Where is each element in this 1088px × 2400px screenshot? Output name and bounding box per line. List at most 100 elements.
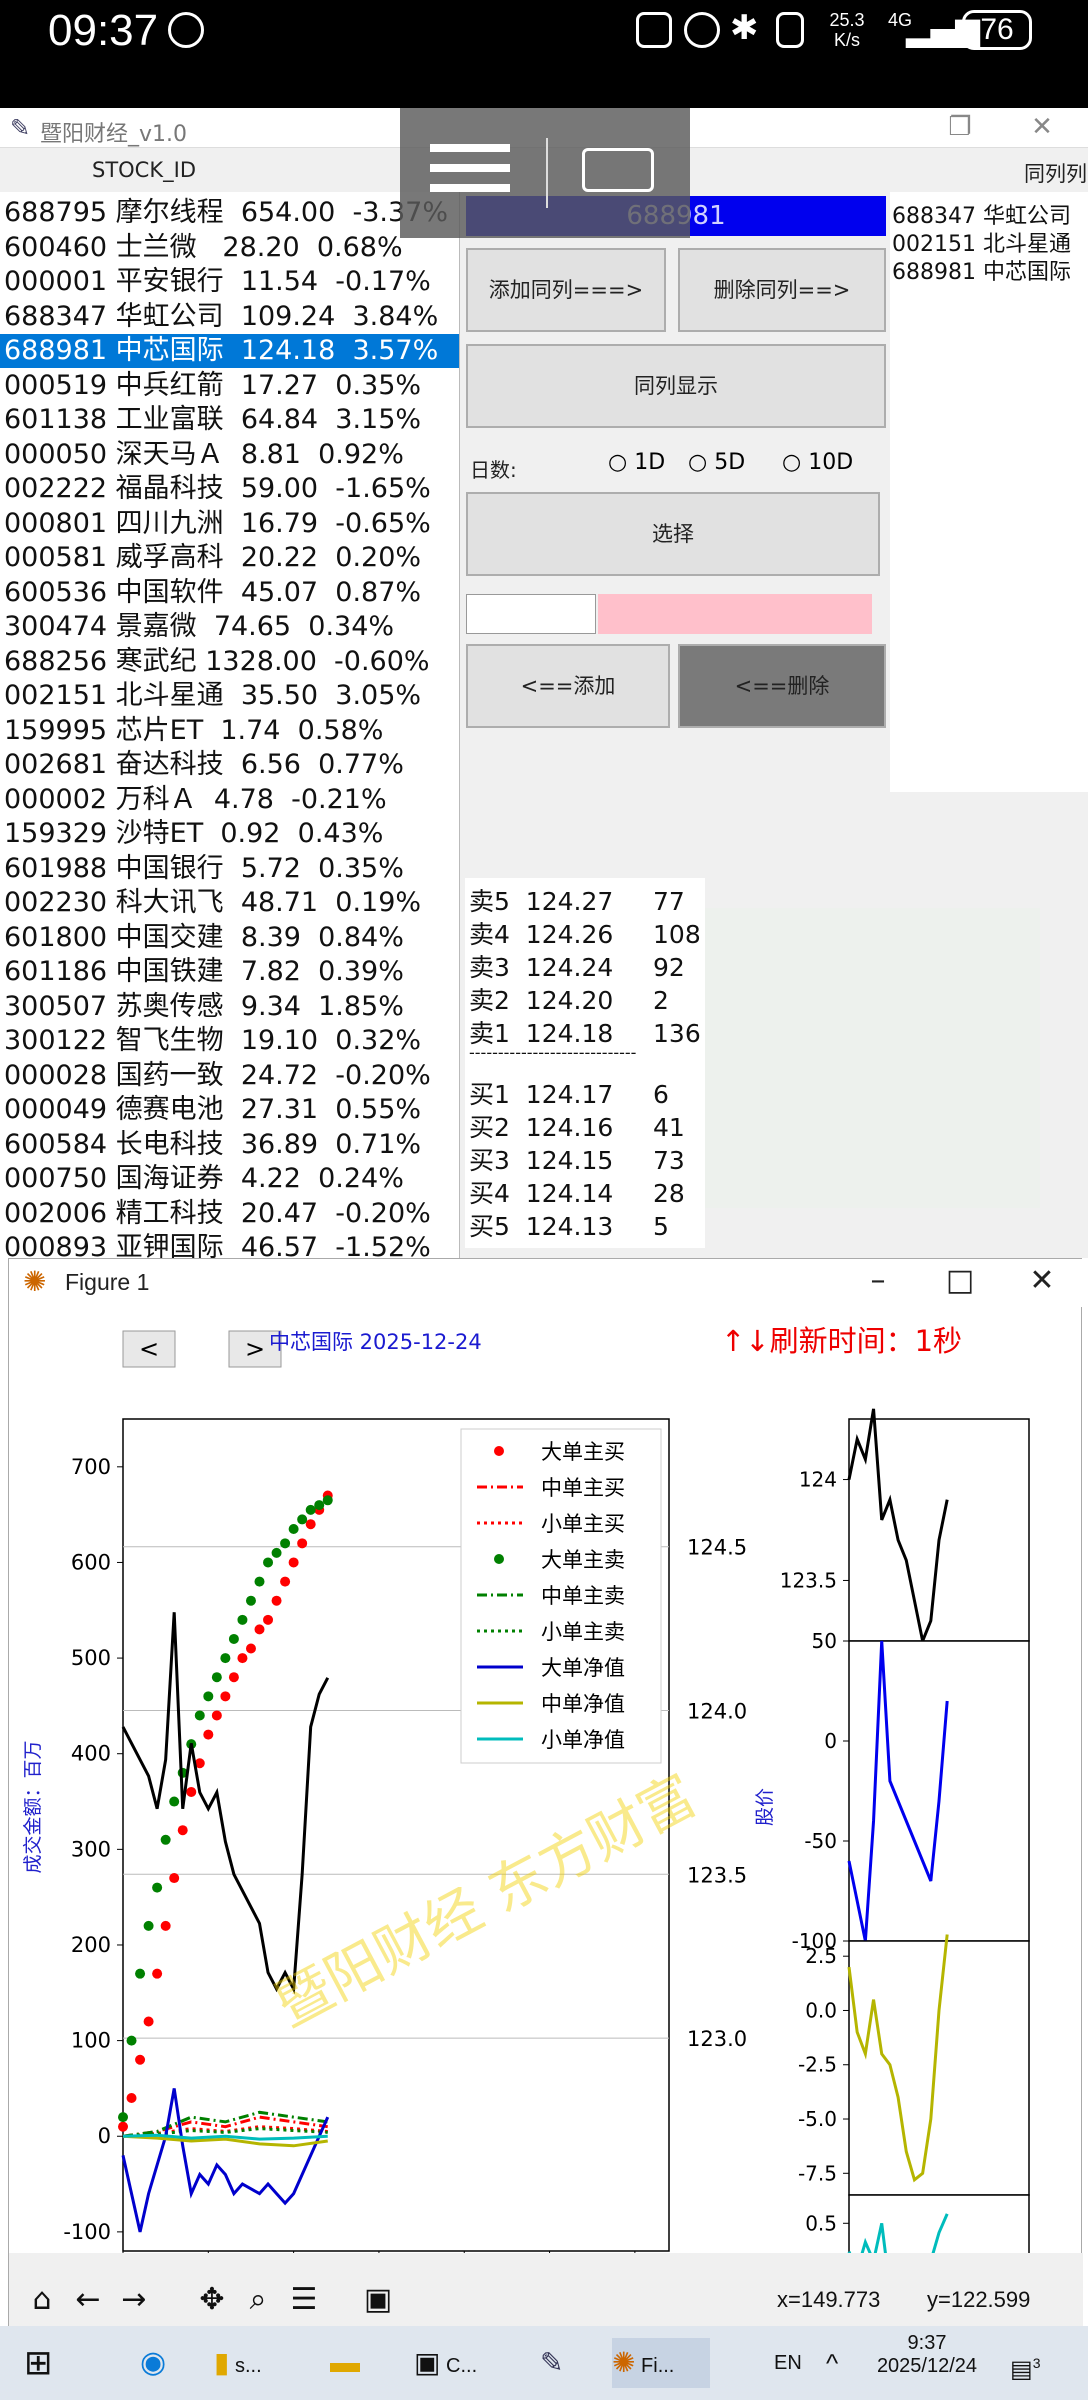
restore-icon[interactable]: ❐	[940, 112, 980, 142]
stock-list-row[interactable]: 601800 中国交建 8.39 0.84%	[0, 921, 459, 955]
matplotlib-icon: ✺	[23, 1265, 47, 1298]
stock-list-row[interactable]: 688981 中芯国际 124.18 3.57%	[0, 334, 459, 368]
y-tick-label: -100	[63, 2220, 111, 2244]
stock-id-header[interactable]: STOCK_ID	[92, 158, 196, 182]
notification-icon[interactable]: ▤3	[1010, 2338, 1060, 2388]
radio-5d[interactable]: ○ 5D	[688, 450, 745, 475]
add-peer-button[interactable]: 添加同列===>	[466, 248, 666, 332]
peer-list[interactable]: 688347 华虹公司 002151 北斗星通 688981 中芯国际	[890, 192, 1088, 792]
stock-list-row[interactable]: 300122 智飞生物 19.10 0.32%	[0, 1024, 459, 1058]
cursor-y: y=122.599	[927, 2287, 1031, 2312]
status-indicator	[598, 594, 872, 634]
stock-list-row[interactable]: 000049 德赛电池 27.31 0.55%	[0, 1093, 459, 1127]
stock-list-row[interactable]: 601138 工业富联 64.84 3.15%	[0, 403, 459, 437]
stock-list-row[interactable]: 688347 华虹公司 109.24 3.84%	[0, 300, 459, 334]
pan-icon[interactable]: ✥	[191, 2279, 233, 2321]
peer-list-header[interactable]: 同列列	[1024, 158, 1087, 188]
data-point	[169, 1796, 180, 1807]
radio-1d[interactable]: ○ 1D	[608, 450, 665, 475]
legend-label: 大单净值	[541, 1656, 625, 1680]
data-point	[288, 1557, 299, 1568]
windows-start-icon[interactable]: ⊞	[24, 2338, 64, 2388]
data-point	[314, 1500, 325, 1511]
delete-peer-button[interactable]: 删除同列==>	[678, 248, 886, 332]
stock-list-row[interactable]: 000581 威孚高科 20.22 0.20%	[0, 541, 459, 575]
close-icon[interactable]: ✕	[1022, 112, 1062, 142]
data-point	[186, 1786, 197, 1797]
keyboard-icon[interactable]	[582, 148, 654, 192]
stock-list-row[interactable]: 600460 士兰微 28.20 0.68%	[0, 231, 459, 265]
prev-icon[interactable]: <	[139, 1335, 159, 1363]
stock-list-row[interactable]: 000801 四川九洲 16.79 -0.65%	[0, 507, 459, 541]
configure-icon[interactable]: ☰	[283, 2279, 325, 2321]
vibrate-icon	[776, 12, 804, 48]
right-ylabel: 股价	[754, 1788, 776, 1826]
alarm-icon	[684, 12, 720, 48]
folder-icon[interactable]: ▬	[330, 2338, 380, 2388]
taskbar-clock[interactable]: 9:37 2025/12/24	[862, 2332, 992, 2378]
stock-list-row[interactable]: 300474 景嘉微 74.65 0.34%	[0, 610, 459, 644]
back-arrow-icon[interactable]: ←	[67, 2279, 109, 2321]
feather-icon[interactable]: ✎	[540, 2338, 580, 2388]
stock-list-row[interactable]: 000893 亚钾国际 46.57 -1.52%	[0, 1231, 459, 1258]
stock-list-row[interactable]: 300507 苏奥传感 9.34 1.85%	[0, 990, 459, 1024]
stock-list[interactable]: 688795 摩尔线程 654.00 -3.37% 600460 士兰微 28.2…	[0, 192, 460, 1258]
data-point	[143, 1920, 154, 1931]
stock-list-row[interactable]: 000001 平安银行 11.54 -0.17%	[0, 265, 459, 299]
edge-icon[interactable]: ◉	[140, 2338, 180, 2388]
language-indicator[interactable]: EN	[774, 2338, 802, 2388]
stock-list-row[interactable]: 000050 深天马Ａ 8.81 0.92%	[0, 438, 459, 472]
peer-list-item[interactable]: 688981 中芯国际	[892, 254, 1071, 286]
home-icon[interactable]: ⌂	[21, 2279, 63, 2321]
stock-list-row[interactable]: 000002 万科Ａ 4.78 -0.21%	[0, 783, 459, 817]
data-point	[263, 1614, 274, 1625]
stock-list-row[interactable]: 688795 摩尔线程 654.00 -3.37%	[0, 196, 459, 230]
taskbar-item-explorer[interactable]: ▮ s...	[214, 2338, 304, 2388]
ask-row: 卖2 124.20 2	[469, 986, 669, 1015]
next-icon[interactable]: >	[245, 1335, 265, 1363]
close-icon[interactable]: ✕	[1017, 1263, 1067, 1298]
show-peer-button[interactable]: 同列显示	[466, 344, 886, 428]
stock-list-row[interactable]: 000750 国海证券 4.22 0.24%	[0, 1162, 459, 1196]
chart-area[interactable]: 123.0123.5124.0124.5-1000100200300400500…	[9, 1307, 1081, 2253]
stock-list-row[interactable]: 002006 精工科技 20.47 -0.20%	[0, 1197, 459, 1231]
data-point	[177, 1825, 188, 1836]
y-tick-label: 400	[71, 1742, 111, 1766]
zoom-icon[interactable]: ⌕	[237, 2279, 279, 2321]
y-tick-label: 2.5	[805, 1944, 837, 1968]
stock-list-row[interactable]: 601186 中国铁建 7.82 0.39%	[0, 955, 459, 989]
data-point	[203, 1691, 214, 1702]
taskbar-item-c[interactable]: ▣ C...	[414, 2338, 504, 2388]
ask-row: 卖4 124.26 108	[469, 920, 701, 949]
delete-back-button[interactable]: <==删除	[678, 644, 886, 728]
stock-list-row[interactable]: 002681 奋达科技 6.56 0.77%	[0, 748, 459, 782]
radio-10d[interactable]: ○ 10D	[782, 450, 853, 475]
stock-list-row[interactable]: 159995 芯片ET 1.74 0.58%	[0, 714, 459, 748]
menu-icon[interactable]	[430, 144, 510, 152]
select-button[interactable]: 选择	[466, 492, 880, 576]
stock-list-row[interactable]: 000028 国药一致 24.72 -0.20%	[0, 1059, 459, 1093]
refresh-time-label: ↑↓刷新时间：1秒	[721, 1324, 962, 1358]
nfc-icon	[636, 12, 672, 48]
stock-list-row[interactable]: 002222 福晶科技 59.00 -1.65%	[0, 472, 459, 506]
stock-list-row[interactable]: 600584 长电科技 36.89 0.71%	[0, 1128, 459, 1162]
stock-list-row[interactable]: 601988 中国银行 5.72 0.35%	[0, 852, 459, 886]
data-point	[271, 1547, 282, 1558]
tray-chevron-icon[interactable]: ^	[826, 2338, 838, 2388]
stock-list-row[interactable]: 688256 寒武纪 1328.00 -0.60%	[0, 645, 459, 679]
stock-list-row[interactable]: 159329 沙特ET 0.92 0.43%	[0, 817, 459, 851]
y-tick-label: 600	[71, 1550, 111, 1574]
save-icon[interactable]: ▣	[357, 2279, 399, 2321]
stock-list-row[interactable]: 000519 中兵红箭 17.27 0.35%	[0, 369, 459, 403]
stock-list-row[interactable]: 002151 北斗星通 35.50 3.05%	[0, 679, 459, 713]
minimize-icon[interactable]: –	[853, 1263, 903, 1298]
forward-arrow-icon[interactable]: →	[113, 2279, 155, 2321]
add-back-button[interactable]: <==添加	[466, 644, 670, 728]
taskbar-item-figure[interactable]: ✺ Fi...	[612, 2338, 710, 2388]
stock-list-row[interactable]: 600536 中国软件 45.07 0.87%	[0, 576, 459, 610]
stock-list-row[interactable]: 002230 科大讯飞 48.71 0.19%	[0, 886, 459, 920]
input-field[interactable]	[466, 594, 596, 634]
maximize-icon[interactable]: □	[935, 1263, 985, 1298]
app-notification-icon	[168, 12, 204, 48]
status-bar: 09:37 ✱ 25.3 K/s 4G ▂▄▆ 76	[0, 0, 1088, 108]
